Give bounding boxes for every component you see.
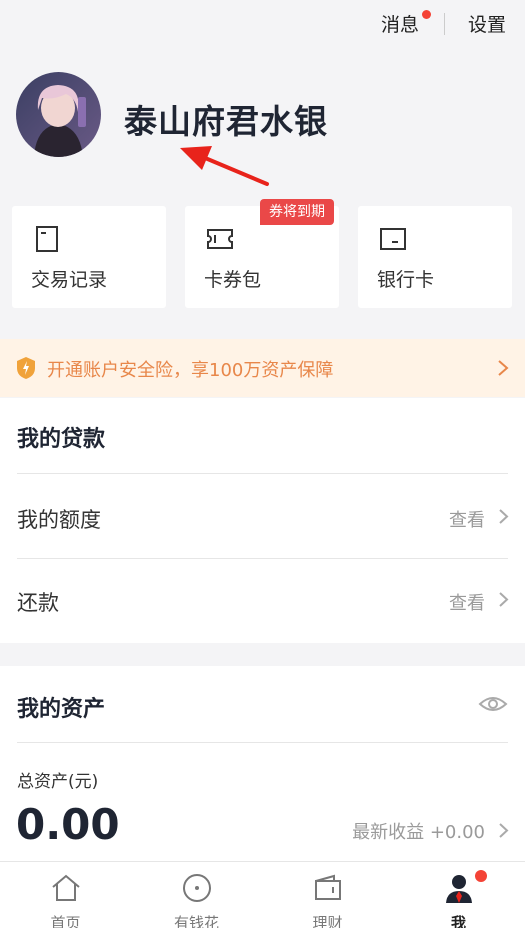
chevron-right-icon <box>499 509 509 524</box>
coupon-expiring-badge: 券将到期 <box>260 199 334 225</box>
tab-me-label: 我 <box>450 914 466 928</box>
bank-card-label: 银行卡 <box>377 269 435 291</box>
tab-home[interactable]: 首页 <box>0 862 131 928</box>
coin-icon <box>182 874 211 902</box>
profile-name[interactable]: 泰山府君水银 <box>124 95 328 143</box>
bank-card-icon <box>380 228 406 250</box>
bottom-tab-bar: 首页 有钱花 理财 我 <box>0 861 525 928</box>
wallet-icon <box>314 874 341 900</box>
transaction-records-label: 交易记录 <box>31 269 108 291</box>
tab-finance-label: 理财 <box>312 914 343 928</box>
loans-title: 我的贷款 <box>17 427 106 452</box>
total-assets-value: 0.00 <box>16 800 120 849</box>
chevron-right-icon <box>498 360 509 376</box>
chevron-right-icon <box>499 592 509 607</box>
bank-card-card[interactable]: 银行卡 <box>358 206 512 308</box>
top-bar-divider <box>444 13 445 35</box>
avatar[interactable] <box>16 72 101 157</box>
coupon-wallet-label: 卡券包 <box>204 269 262 291</box>
transaction-records-card[interactable]: 交易记录 <box>12 206 166 308</box>
insurance-banner[interactable]: 开通账户安全险，享100万资产保障 <box>0 339 525 397</box>
divider <box>17 742 508 743</box>
repayment-row[interactable]: 还款 查看 <box>0 559 525 643</box>
total-assets-label: 总资产(元) <box>17 772 99 792</box>
receipt-icon <box>36 226 58 252</box>
annotation-arrow <box>180 146 269 186</box>
latest-income[interactable]: 最新收益 +0.00 <box>352 818 485 844</box>
tab-youqianhua[interactable]: 有钱花 <box>131 862 262 928</box>
tab-me-badge-dot <box>475 870 487 882</box>
shield-icon <box>17 357 35 379</box>
tab-finance[interactable]: 理财 <box>262 862 393 928</box>
top-bar: 消息 设置 <box>0 0 525 50</box>
repayment-view-link[interactable]: 查看 <box>449 589 485 615</box>
credit-limit-label: 我的额度 <box>17 508 101 532</box>
tab-youqianhua-label: 有钱花 <box>173 914 219 928</box>
tab-home-label: 首页 <box>50 914 81 928</box>
user-icon <box>445 875 472 903</box>
assets-title: 我的资产 <box>17 697 106 722</box>
credit-limit-view-link[interactable]: 查看 <box>449 506 485 532</box>
credit-limit-row[interactable]: 我的额度 查看 <box>0 474 525 558</box>
insurance-banner-text: 开通账户安全险，享100万资产保障 <box>47 360 334 381</box>
eye-icon[interactable] <box>478 694 508 714</box>
tab-me[interactable]: 我 <box>393 862 524 928</box>
ticket-icon <box>207 229 233 249</box>
chevron-right-icon <box>499 823 509 838</box>
home-icon <box>51 874 80 901</box>
loans-section: 我的贷款 我的额度 查看 还款 查看 <box>0 398 525 643</box>
assets-section: 我的资产 总资产(元) 0.00 最新收益 +0.00 <box>0 666 525 861</box>
messages-link[interactable]: 消息 <box>381 10 419 37</box>
settings-link[interactable]: 设置 <box>468 10 506 37</box>
messages-unread-dot <box>422 10 431 19</box>
repayment-label: 还款 <box>17 591 59 615</box>
